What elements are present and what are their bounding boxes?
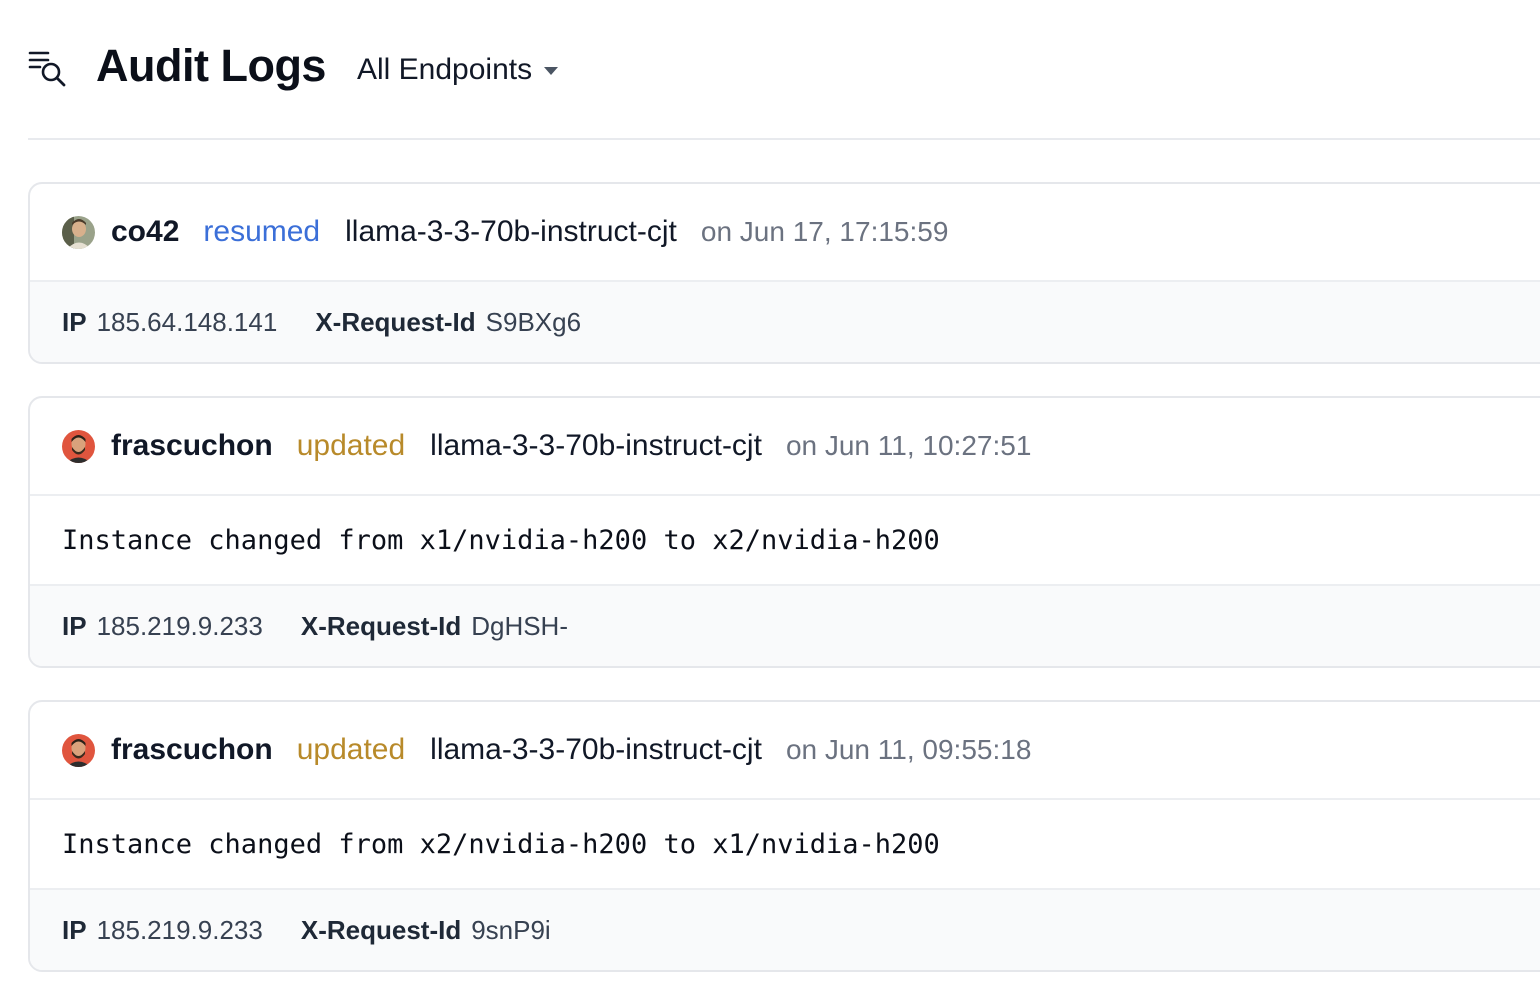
page-title: Audit Logs bbox=[96, 40, 326, 91]
log-entry-header: frascuchon updated llama-3-3-70b-instruc… bbox=[30, 398, 1540, 496]
log-entry-meta: IP 185.219.9.233 X-Request-Id DgHSH- bbox=[30, 586, 1540, 666]
request-id-value: S9BXg6 bbox=[485, 306, 582, 337]
log-timestamp: on Jun 11, 10:27:51 bbox=[785, 430, 1032, 461]
log-entry-header: co42 resumed llama-3-3-70b-instruct-cjt … bbox=[30, 184, 1540, 282]
request-id-label: X-Request-Id bbox=[300, 610, 462, 641]
log-message: Instance changed from x1/nvidia-h200 to … bbox=[30, 496, 1540, 586]
endpoint-filter-label: All Endpoints bbox=[357, 53, 533, 86]
ip-label: IP bbox=[62, 306, 87, 337]
ip-label: IP bbox=[62, 610, 87, 641]
log-user[interactable]: frascuchon bbox=[111, 429, 273, 463]
log-timestamp: on Jun 11, 09:55:18 bbox=[785, 734, 1032, 765]
ip-value: 185.64.148.141 bbox=[96, 306, 278, 337]
log-action: updated bbox=[296, 429, 406, 462]
log-user[interactable]: co42 bbox=[111, 215, 179, 249]
log-message: Instance changed from x2/nvidia-h200 to … bbox=[30, 800, 1540, 890]
endpoint-filter-dropdown[interactable]: All Endpoints bbox=[357, 50, 559, 90]
log-timestamp: on Jun 17, 17:15:59 bbox=[700, 216, 949, 247]
request-id-value: DgHSH- bbox=[471, 610, 568, 641]
audit-log-entry: frascuchon updated llama-3-3-70b-instruc… bbox=[28, 396, 1540, 668]
audit-log-entry: frascuchon updated llama-3-3-70b-instruc… bbox=[28, 700, 1540, 972]
log-action: updated bbox=[296, 733, 406, 766]
log-target-endpoint[interactable]: llama-3-3-70b-instruct-cjt bbox=[345, 215, 677, 249]
ip-value: 185.219.9.233 bbox=[96, 610, 263, 641]
chevron-down-icon bbox=[544, 67, 559, 75]
log-entry-meta: IP 185.219.9.233 X-Request-Id 9snP9i bbox=[30, 890, 1540, 970]
ip-value: 185.219.9.233 bbox=[96, 914, 263, 945]
user-avatar[interactable] bbox=[62, 429, 95, 463]
user-avatar[interactable] bbox=[62, 215, 95, 249]
audit-log-entry: co42 resumed llama-3-3-70b-instruct-cjt … bbox=[28, 182, 1540, 364]
page-header: Audit Logs All Endpoints bbox=[28, 0, 1540, 140]
request-id-label: X-Request-Id bbox=[315, 306, 476, 337]
request-id-label: X-Request-Id bbox=[300, 914, 462, 945]
user-avatar[interactable] bbox=[62, 733, 95, 767]
log-target-endpoint[interactable]: llama-3-3-70b-instruct-cjt bbox=[430, 733, 762, 767]
ip-label: IP bbox=[62, 914, 87, 945]
request-id-value: 9snP9i bbox=[471, 914, 551, 945]
log-user[interactable]: frascuchon bbox=[111, 733, 273, 767]
log-entry-meta: IP 185.64.148.141 X-Request-Id S9BXg6 bbox=[30, 282, 1540, 362]
log-entry-header: frascuchon updated llama-3-3-70b-instruc… bbox=[30, 702, 1540, 800]
log-action: resumed bbox=[203, 215, 321, 248]
log-target-endpoint[interactable]: llama-3-3-70b-instruct-cjt bbox=[430, 429, 762, 463]
list-search-icon bbox=[28, 48, 68, 90]
